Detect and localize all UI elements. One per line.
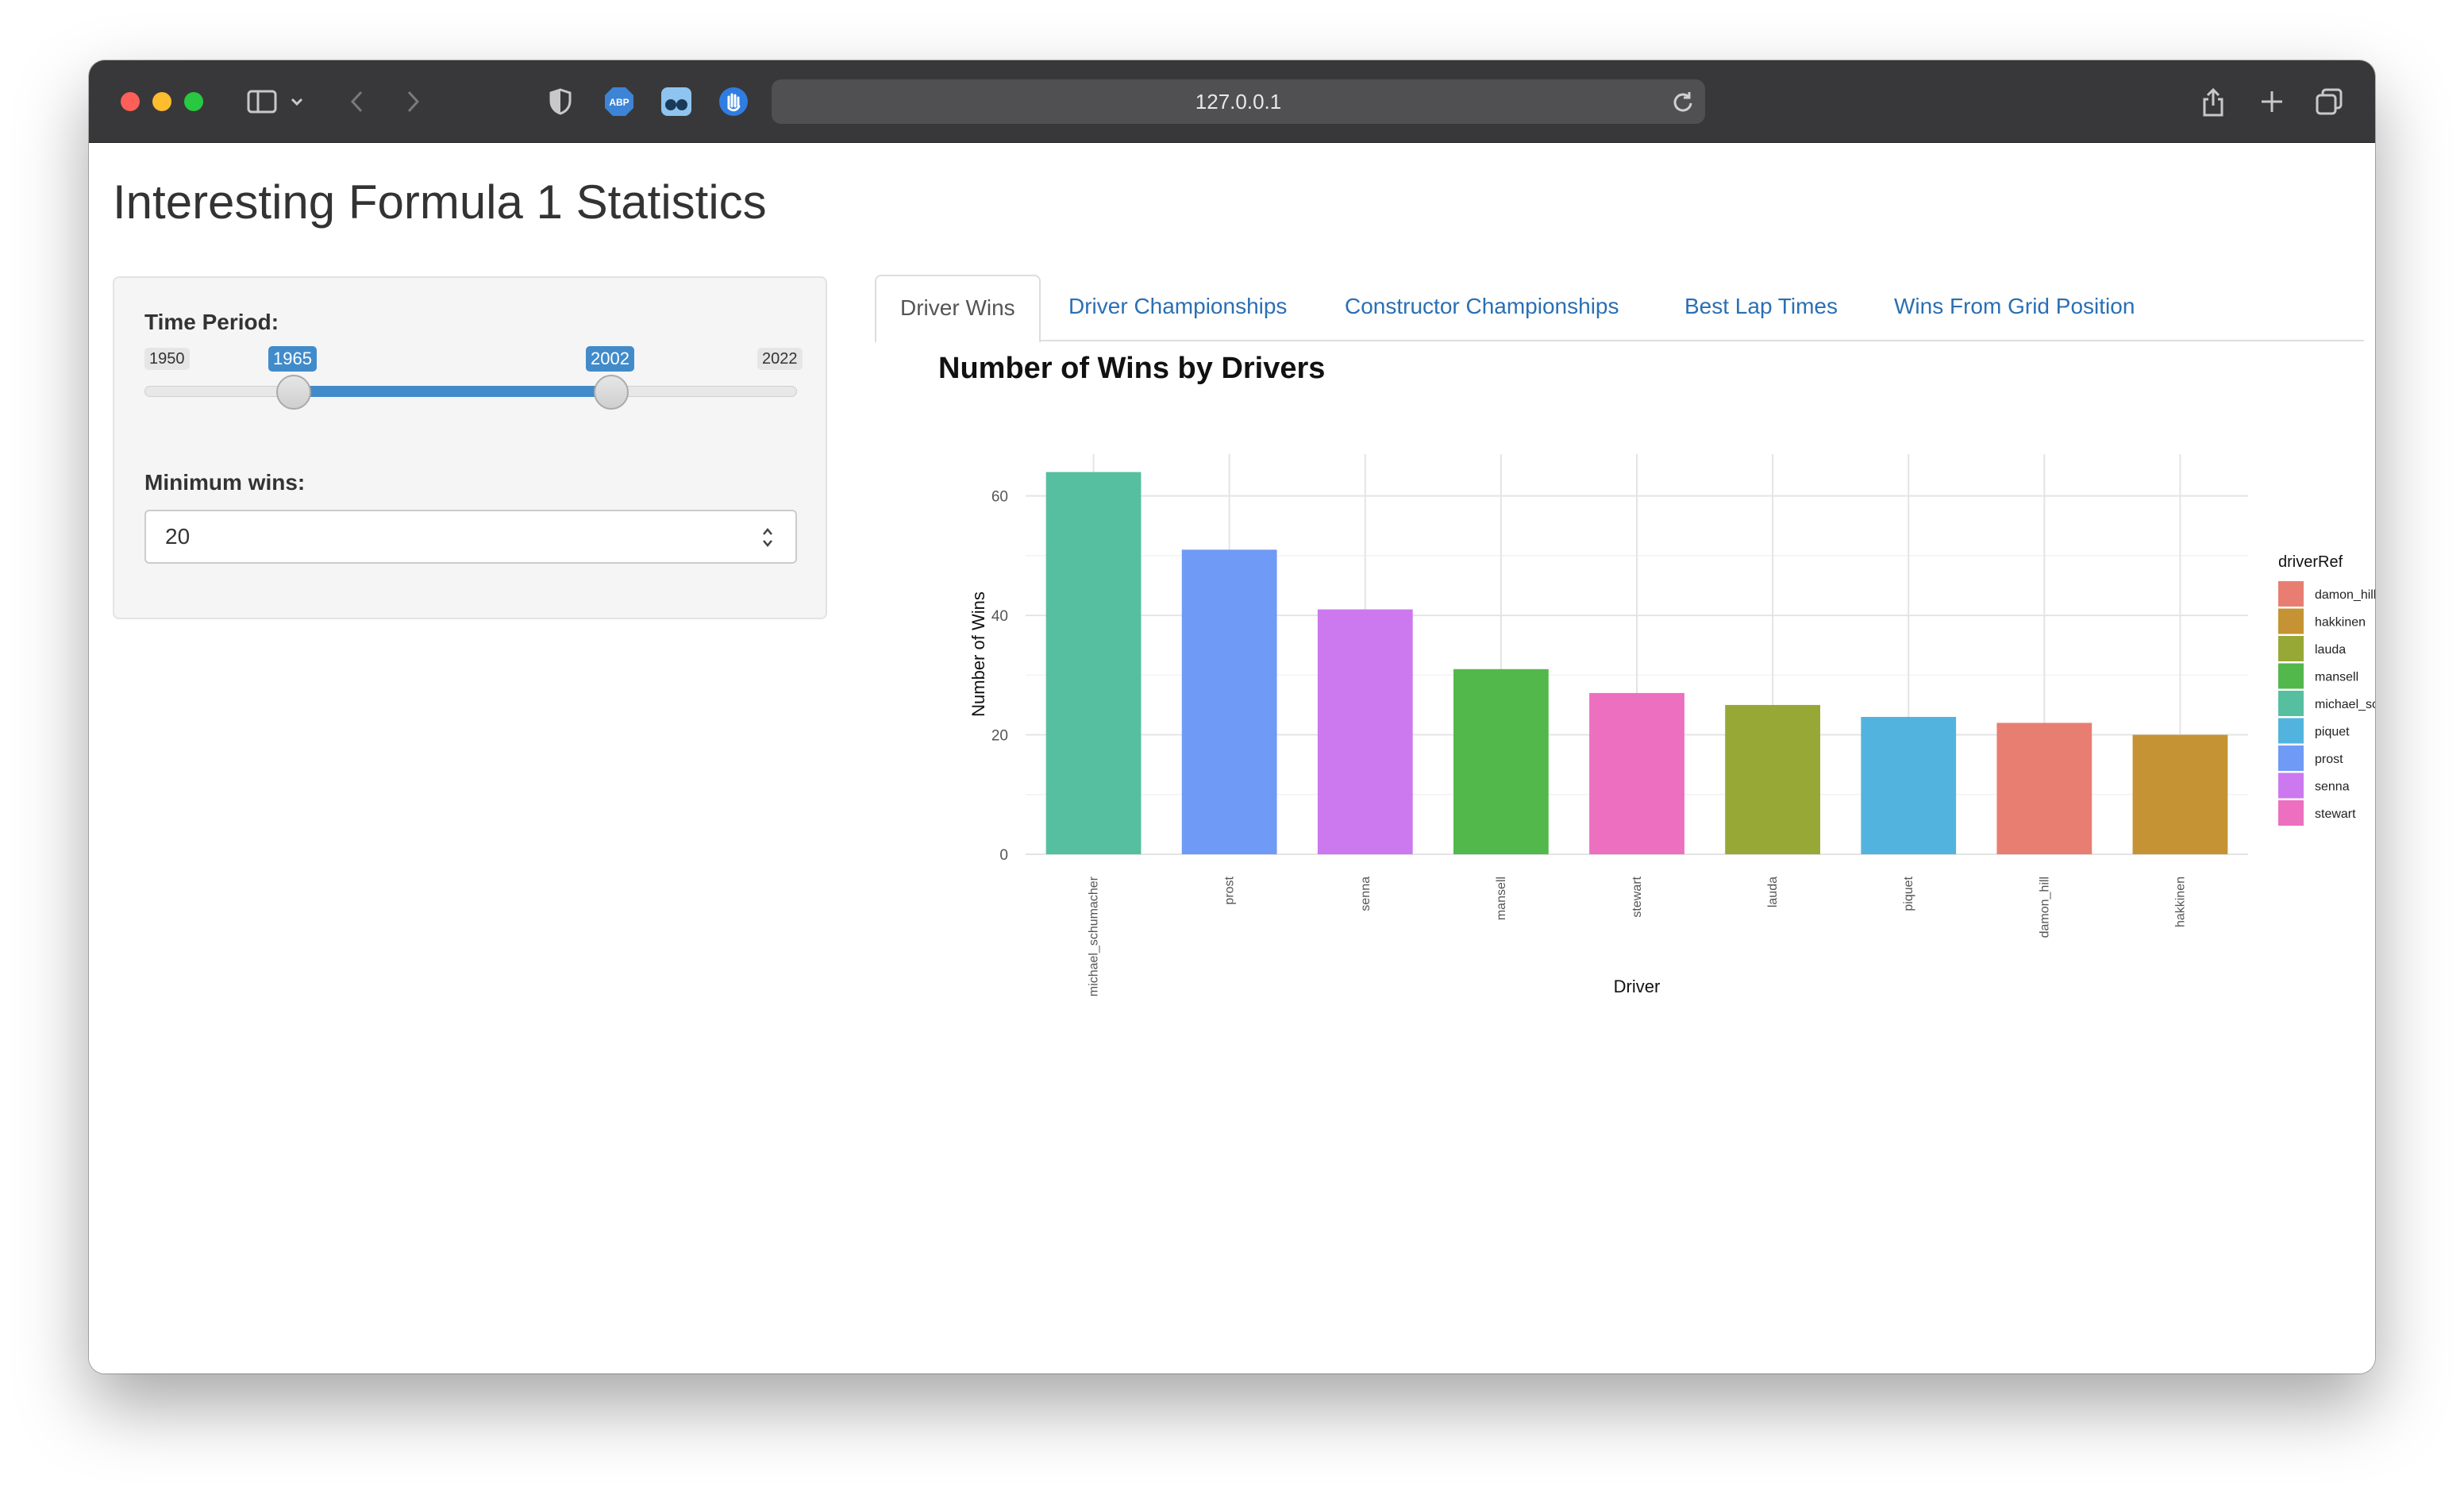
tab-overview-icon[interactable] (2313, 84, 2345, 119)
legend-swatch-senna (2278, 772, 2304, 799)
bar-michael_schumacher (1045, 472, 1142, 854)
number-stepper-icon[interactable] (760, 526, 775, 549)
page-content: Interesting Formula 1 Statistics Time Pe… (89, 143, 2375, 1373)
x-tick-label: lauda (1766, 876, 1780, 907)
extension-eyes-icon[interactable] (659, 84, 694, 119)
slider-min-label: 1950 (144, 348, 190, 370)
legend-swatch-lauda (2278, 636, 2304, 661)
new-tab-icon[interactable] (2256, 84, 2288, 119)
legend-swatch-mansell (2278, 663, 2304, 689)
legend-label-senna: senna (2315, 780, 2350, 794)
bar-lauda (1725, 704, 1820, 854)
x-tick-label: piquet (1902, 876, 1915, 911)
legend-label-lauda: lauda (2315, 643, 2346, 657)
y-tick-label: 0 (999, 847, 1008, 864)
chevron-down-icon[interactable] (287, 84, 306, 119)
legend-title: driverRef (2278, 553, 2343, 571)
legend-label-michael_schumacher: michael_schumacher (2315, 698, 2375, 711)
bar-stewart (1589, 692, 1684, 854)
slider-from-handle[interactable] (276, 375, 311, 410)
forward-icon[interactable] (402, 84, 425, 119)
bar-hakkinen (2132, 734, 2228, 854)
share-icon[interactable] (2197, 84, 2229, 119)
tab-constructor-championships[interactable]: Constructor Championships (1345, 275, 1619, 341)
maximize-window-button[interactable] (184, 92, 203, 111)
back-icon[interactable] (345, 84, 368, 119)
tab-wins-from-grid-position[interactable]: Wins From Grid Position (1894, 275, 2135, 341)
wins-bar-chart: Number of Wins by Drivers 0 20 40 60 michae… (938, 352, 2375, 996)
slider-from-value: 1965 (268, 346, 317, 372)
time-period-label: Time Period: (144, 310, 279, 334)
minimize-window-button[interactable] (152, 92, 171, 111)
x-tick-label: michael_schumacher (1088, 876, 1101, 996)
svg-text:ABP: ABP (609, 97, 629, 108)
y-tick-label: 40 (991, 608, 1008, 625)
close-window-button[interactable] (121, 92, 140, 111)
y-axis-ticks: 0 20 40 60 (991, 489, 1008, 864)
browser-toolbar: ABP 127.0.0.1 (89, 60, 2375, 143)
bar-senna (1317, 609, 1413, 854)
browser-window: ABP 127.0.0.1 Interesting Formula 1 Stat… (89, 60, 2375, 1373)
legend-label-prost: prost (2315, 753, 2343, 766)
legend-label-mansell: mansell (2315, 671, 2358, 684)
legend-swatch-damon_hill (2278, 581, 2304, 607)
sidebar-toggle-icon[interactable] (244, 84, 279, 119)
time-period-slider-selection (294, 386, 611, 397)
legend-swatch-hakkinen (2278, 608, 2304, 634)
bar-mansell (1453, 668, 1549, 854)
minimum-wins-label: Minimum wins: (144, 470, 306, 495)
tab-bar: Driver Wins Driver Championships Constru… (875, 275, 2364, 343)
bar-prost (1181, 549, 1277, 854)
legend-swatch-piquet (2278, 718, 2304, 744)
x-tick-label: damon_hill (2038, 876, 2051, 938)
adblock-extension-icon[interactable]: ABP (602, 84, 637, 119)
x-axis-label: Driver (1614, 977, 1661, 996)
tab-driver-wins[interactable]: Driver Wins (875, 275, 1041, 343)
bar-piquet (1861, 716, 1957, 854)
y-axis-label: Number of Wins (968, 591, 988, 717)
x-tick-label: stewart (1630, 876, 1644, 917)
tab-best-lap-times[interactable]: Best Lap Times (1684, 275, 1838, 341)
y-tick-label: 20 (991, 728, 1008, 745)
extension-hand-icon[interactable] (716, 84, 751, 119)
x-tick-label: prost (1223, 876, 1237, 904)
tab-driver-championships[interactable]: Driver Championships (1068, 275, 1287, 341)
privacy-shield-icon[interactable] (545, 84, 576, 119)
page-title: Interesting Formula 1 Statistics (113, 175, 767, 229)
x-tick-label: senna (1359, 876, 1373, 911)
x-tick-label: hakkinen (2173, 876, 2187, 927)
legend-swatch-michael_schumacher (2278, 691, 2304, 716)
legend-swatch-stewart (2278, 800, 2304, 826)
legend-label-stewart: stewart (2315, 807, 2356, 821)
legend-label-hakkinen: hakkinen (2315, 616, 2366, 630)
minimum-wins-value: 20 (165, 524, 191, 549)
x-tick-label: mansell (1495, 876, 1508, 920)
address-bar[interactable]: 127.0.0.1 (772, 79, 1705, 124)
slider-max-label: 2022 (757, 348, 803, 370)
slider-to-handle[interactable] (594, 375, 629, 410)
y-tick-label: 60 (991, 489, 1008, 506)
slider-to-value: 2002 (586, 346, 634, 372)
sidebar-panel: Time Period: 1950 2022 1965 2002 Minimum… (113, 276, 827, 619)
legend-label-piquet: piquet (2315, 726, 2350, 739)
chart-title: Number of Wins by Drivers (938, 352, 1325, 385)
legend-label-damon_hill: damon_hill (2315, 588, 2375, 602)
url-text: 127.0.0.1 (1195, 89, 1282, 114)
chart-legend: driverRef damon_hill hakkinen lauda mansell… (2278, 553, 2375, 826)
legend-swatch-prost (2278, 746, 2304, 771)
reload-icon[interactable] (1670, 89, 1696, 114)
bar-damon_hill (1996, 722, 2092, 854)
minimum-wins-input[interactable]: 20 (144, 510, 797, 564)
